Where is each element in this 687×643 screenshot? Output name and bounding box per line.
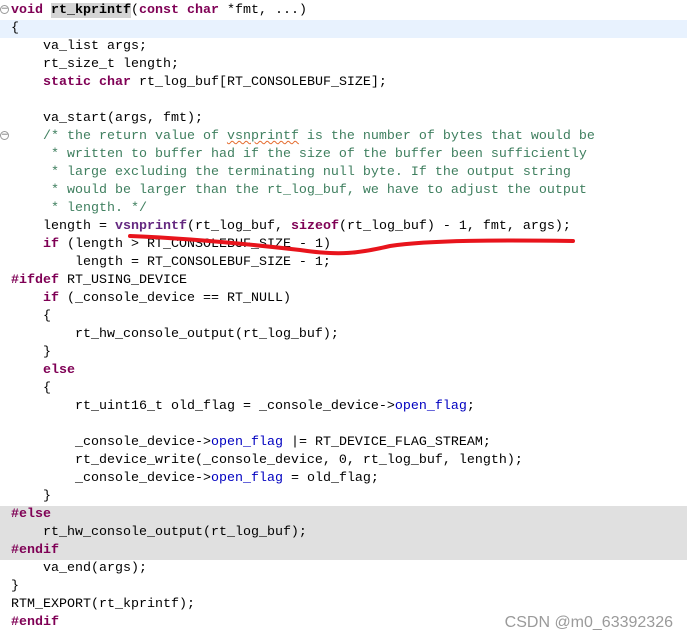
code-token: else — [43, 363, 75, 378]
code-line[interactable]: − void rt_kprintf(const char *fmt, ...) — [0, 2, 687, 20]
code-line[interactable]: va_end(args); — [0, 560, 687, 578]
code-editor[interactable]: − void rt_kprintf(const char *fmt, ...){ … — [0, 2, 687, 632]
code-token: * written to buffer had if the size of t… — [11, 147, 587, 162]
code-line[interactable]: } — [0, 578, 687, 596]
code-token: if — [43, 237, 67, 252]
code-token: sizeof — [290, 219, 339, 234]
code-token: RTM_EXPORT(rt_kprintf); — [11, 597, 195, 612]
code-line[interactable]: #else — [0, 506, 687, 524]
code-line[interactable]: va_start(args, fmt); — [0, 110, 687, 128]
code-line[interactable]: ​ — [0, 416, 687, 434]
code-token: is the number of bytes that would be — [298, 129, 595, 144]
code-line[interactable]: va_list args; — [0, 38, 687, 56]
code-token: /* the return value of — [11, 129, 227, 144]
code-token: |= RT_DEVICE_FLAG_STREAM; — [282, 435, 491, 450]
code-token: ( — [130, 3, 139, 18]
code-token: va_end(args); — [11, 561, 147, 576]
code-token: #else — [11, 507, 51, 522]
code-line[interactable]: * written to buffer had if the size of t… — [0, 146, 687, 164]
code-token: length = RT_CONSOLEBUF_SIZE - 1; — [11, 255, 331, 270]
code-token: open_flag — [210, 471, 283, 486]
code-line[interactable]: #endif — [0, 542, 687, 560]
code-token: static char — [43, 75, 139, 90]
code-token: if — [43, 291, 67, 306]
code-token: } — [11, 489, 51, 504]
code-line[interactable]: rt_device_write(_console_device, 0, rt_l… — [0, 452, 687, 470]
code-token: _console_device-> — [11, 471, 211, 486]
code-token: rt_uint16_t old_flag = _console_device-> — [11, 399, 395, 414]
code-token: rt_hw_console_output(rt_log_buf); — [11, 327, 339, 342]
code-line[interactable]: if (_console_device == RT_NULL) — [0, 290, 687, 308]
code-token: * would be larger than the rt_log_buf, w… — [11, 183, 587, 198]
code-token: { — [11, 381, 51, 396]
code-token: #ifdef — [11, 273, 67, 288]
code-token: ; — [466, 399, 475, 414]
code-line[interactable]: * length. */ — [0, 200, 687, 218]
code-token: } — [11, 579, 19, 594]
code-token: vsnprintf — [114, 219, 187, 234]
code-line[interactable]: − /* the return value of vsnprintf is th… — [0, 128, 687, 146]
code-token: #endif — [11, 543, 59, 558]
code-line[interactable]: _console_device->open_flag = old_flag; — [0, 470, 687, 488]
code-token: (length > RT_CONSOLEBUF_SIZE - 1) — [67, 237, 331, 252]
code-token: vsnprintf — [226, 129, 299, 144]
code-token: { — [11, 309, 51, 324]
code-token: va_start(args, fmt); — [11, 111, 203, 126]
code-token: *fmt, ...) — [226, 3, 307, 18]
code-token: (_console_device == RT_NULL) — [67, 291, 291, 306]
code-line[interactable]: } — [0, 344, 687, 362]
code-token: length = — [11, 219, 115, 234]
fold-collapse-icon[interactable]: − — [0, 131, 9, 140]
code-line[interactable]: rt_size_t length; — [0, 56, 687, 74]
fold-collapse-icon[interactable]: − — [0, 5, 9, 14]
code-line[interactable]: { — [0, 380, 687, 398]
code-line[interactable]: rt_uint16_t old_flag = _console_device->… — [0, 398, 687, 416]
code-line[interactable]: } — [0, 488, 687, 506]
code-token: RT_USING_DEVICE — [67, 273, 187, 288]
code-token: (rt_log_buf, — [186, 219, 291, 234]
code-token: * length. */ — [11, 201, 147, 216]
code-token: rt_size_t length; — [11, 57, 179, 72]
code-line[interactable]: else — [0, 362, 687, 380]
code-line[interactable]: * would be larger than the rt_log_buf, w… — [0, 182, 687, 200]
code-token: rt_hw_console_output(rt_log_buf); — [11, 525, 307, 540]
code-token: = old_flag; — [282, 471, 379, 486]
code-token: _console_device-> — [11, 435, 211, 450]
code-line[interactable]: rt_hw_console_output(rt_log_buf); — [0, 524, 687, 542]
code-line[interactable]: { — [0, 308, 687, 326]
watermark: CSDN @m0_63392326 — [504, 614, 673, 631]
code-line[interactable]: _console_device->open_flag |= RT_DEVICE_… — [0, 434, 687, 452]
code-line[interactable]: length = vsnprintf(rt_log_buf, sizeof(rt… — [0, 218, 687, 236]
code-line[interactable]: ​ — [0, 92, 687, 110]
code-token: const char — [138, 3, 227, 18]
code-token: rt_log_buf[RT_CONSOLEBUF_SIZE]; — [138, 75, 387, 90]
code-token: open_flag — [394, 399, 467, 414]
code-token: open_flag — [210, 435, 283, 450]
code-line[interactable]: { — [0, 20, 687, 38]
code-token: void — [11, 3, 51, 18]
code-line[interactable]: RTM_EXPORT(rt_kprintf); — [0, 596, 687, 614]
code-token: rt_kprintf — [51, 3, 131, 18]
code-line[interactable]: static char rt_log_buf[RT_CONSOLEBUF_SIZ… — [0, 74, 687, 92]
code-line[interactable]: #ifdef RT_USING_DEVICE — [0, 272, 687, 290]
code-line[interactable]: length = RT_CONSOLEBUF_SIZE - 1; — [0, 254, 687, 272]
code-token: (rt_log_buf) - 1, fmt, args); — [338, 219, 571, 234]
code-token: #endif — [11, 615, 59, 630]
code-token: rt_device_write(_console_device, 0, rt_l… — [11, 453, 523, 468]
code-token: { — [11, 21, 19, 36]
code-line[interactable]: if (length > RT_CONSOLEBUF_SIZE - 1) — [0, 236, 687, 254]
code-token: * large excluding the terminating null b… — [11, 165, 571, 180]
code-token: } — [11, 345, 51, 360]
code-token: va_list args; — [11, 39, 147, 54]
code-line[interactable]: rt_hw_console_output(rt_log_buf); — [0, 326, 687, 344]
code-line[interactable]: * large excluding the terminating null b… — [0, 164, 687, 182]
